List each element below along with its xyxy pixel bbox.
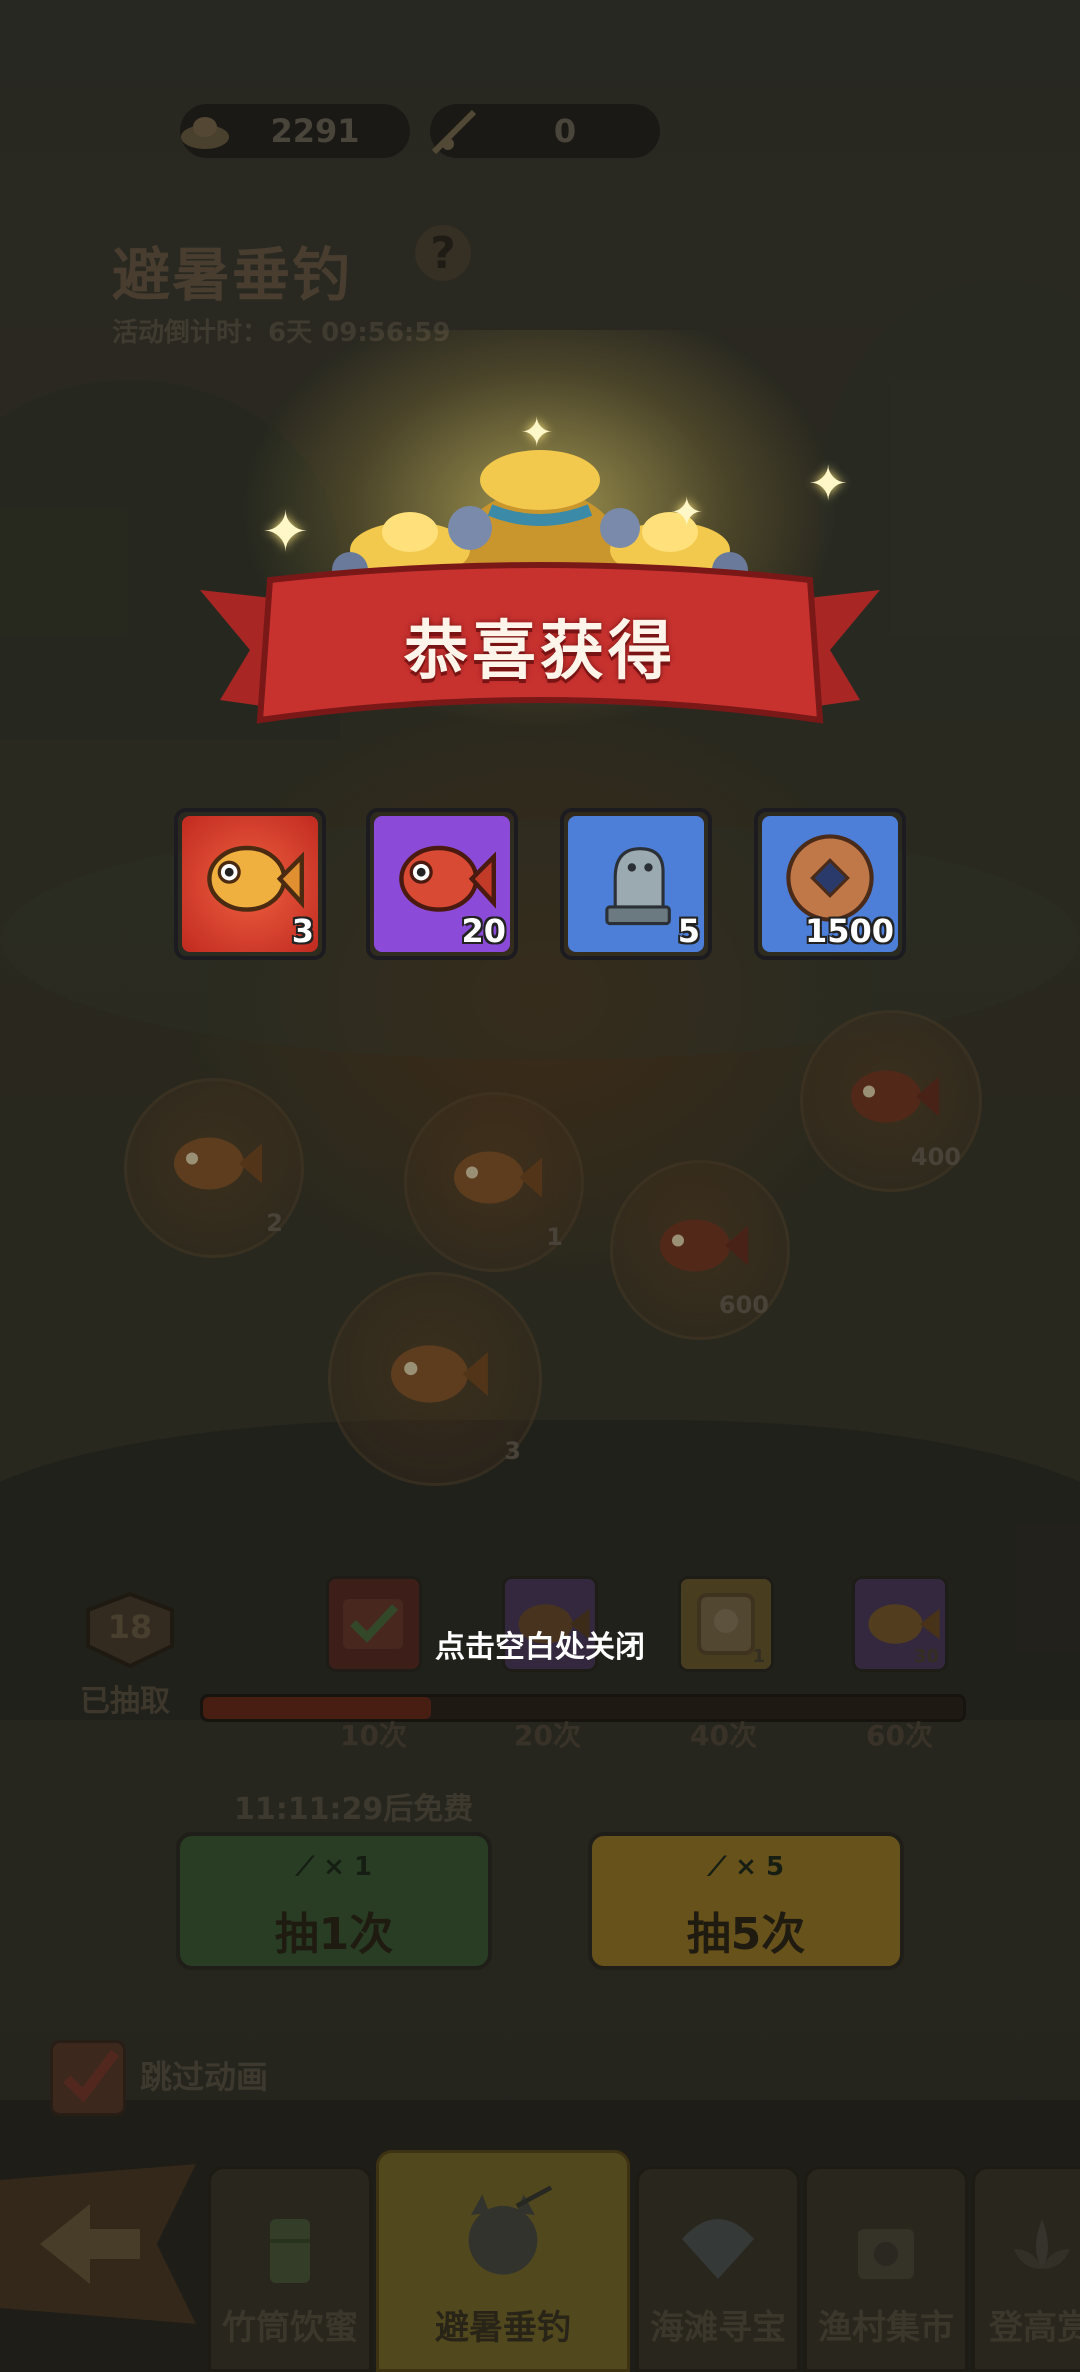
modal-dim-overlay[interactable]	[0, 0, 1080, 2372]
